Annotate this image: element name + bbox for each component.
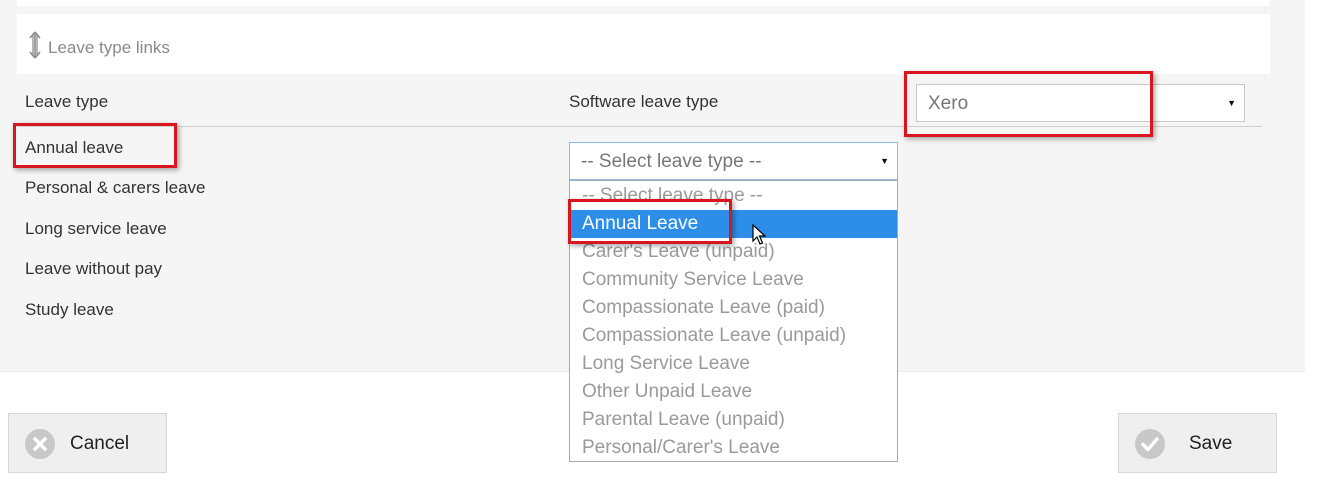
leave-type-column-header: Leave type xyxy=(25,92,109,111)
caret-down-icon: ▼ xyxy=(1227,98,1236,108)
save-button[interactable]: Save xyxy=(1118,413,1277,473)
mouse-pointer-icon xyxy=(752,224,766,245)
annotation-highlight-software-select xyxy=(904,71,1153,137)
save-button-label: Save xyxy=(1189,433,1233,454)
annotation-highlight-annual-leave-option xyxy=(568,199,732,244)
section-header[interactable]: Leave type links xyxy=(17,14,1270,74)
dropdown-option[interactable]: Compassionate Leave (paid) xyxy=(570,294,897,322)
dropdown-option[interactable]: Compassionate Leave (unpaid) xyxy=(570,322,897,350)
dropdown-option[interactable]: Long Service Leave xyxy=(570,350,897,378)
leave-type-row: Leave without pay xyxy=(25,259,163,278)
section-title: Leave type links xyxy=(48,38,170,57)
leave-type-row: Personal & carers leave xyxy=(25,178,206,197)
dropdown-option[interactable]: Personal/Carer's Leave xyxy=(570,434,897,462)
dropdown-option[interactable]: Parental Leave (unpaid) xyxy=(570,406,897,434)
dropdown-option[interactable]: Community Service Leave xyxy=(570,266,897,294)
software-leave-type-column-header: Software leave type xyxy=(569,92,719,111)
leave-type-row: Study leave xyxy=(25,300,114,319)
leave-type-select-value: -- Select leave type -- xyxy=(581,151,762,172)
leave-type-select[interactable]: -- Select leave type -- ▼ xyxy=(569,142,898,180)
check-circle-icon xyxy=(1135,429,1165,459)
vertical-resize-icon xyxy=(29,31,41,59)
caret-down-icon: ▼ xyxy=(880,156,889,166)
top-strip xyxy=(17,0,1270,6)
cancel-button[interactable]: Cancel xyxy=(8,413,167,473)
annotation-highlight-annual-leave xyxy=(13,123,177,168)
dropdown-option[interactable]: Other Unpaid Leave xyxy=(570,378,897,406)
leave-type-row: Long service leave xyxy=(25,219,167,238)
cancel-circle-icon xyxy=(25,429,55,459)
cancel-button-label: Cancel xyxy=(70,433,130,454)
